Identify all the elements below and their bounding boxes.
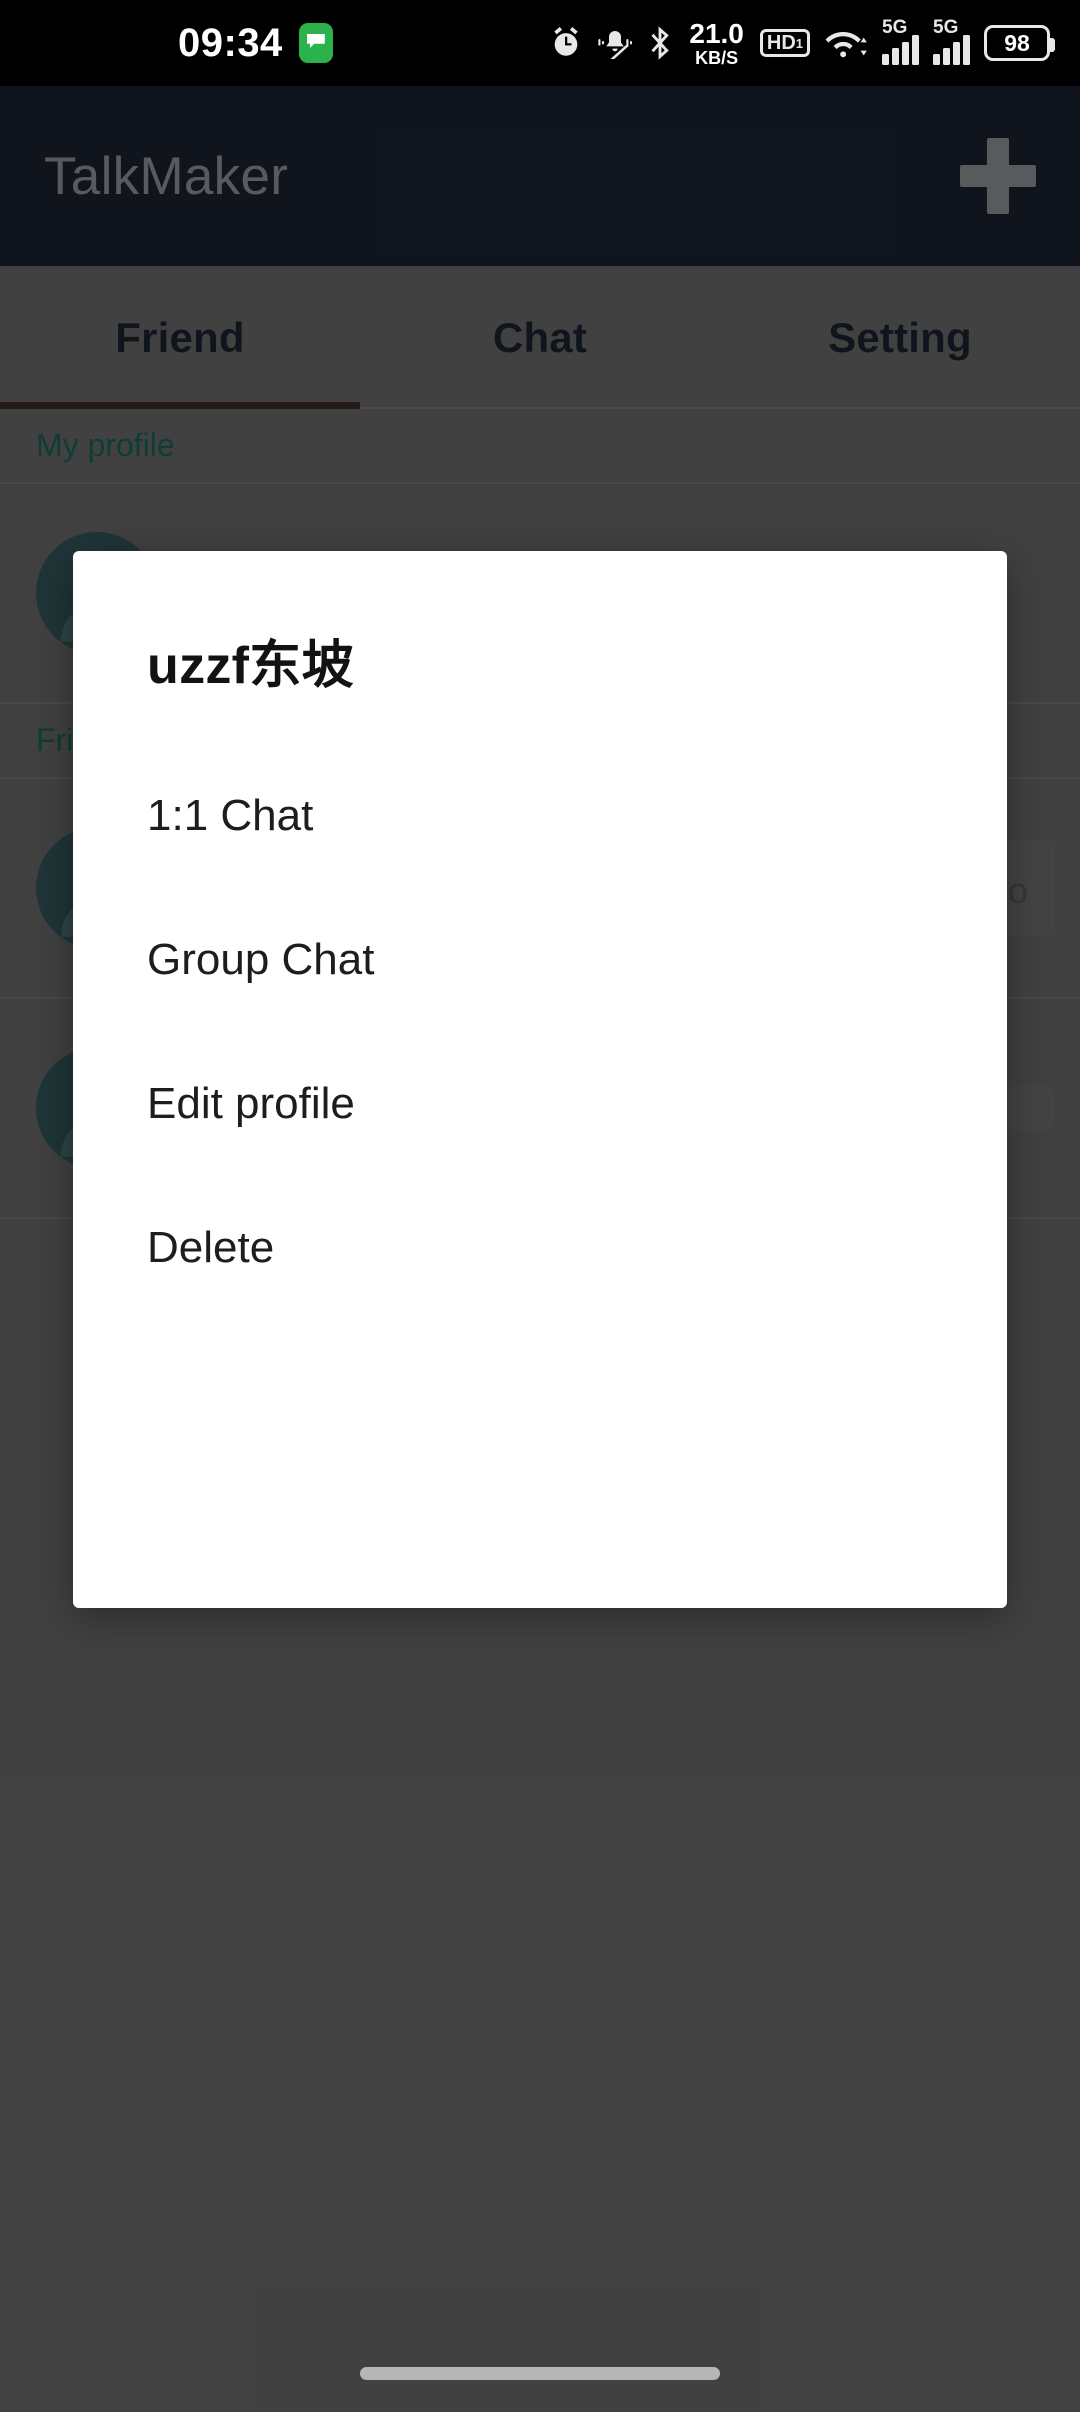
phone-screen: 09:34 21.0 KB/S HD 1 5G 5G 98 TalkMaker … — [0, 0, 1080, 2412]
signal-bar — [882, 54, 889, 65]
status-bar-right: 21.0 KB/S HD 1 5G 5G 98 — [549, 17, 1055, 68]
signal-icon: 5G — [882, 17, 919, 65]
dialog-title: uzzf东坡 — [147, 637, 354, 695]
signal-bar — [892, 48, 899, 65]
signal-bar — [902, 42, 909, 65]
signal-bar — [912, 35, 919, 65]
home-indicator[interactable] — [360, 2367, 720, 2380]
signal-bar — [933, 54, 940, 65]
battery-percent: 98 — [1004, 29, 1030, 56]
wifi-icon — [824, 26, 868, 60]
dialog-option-list: 1:1 Chat Group Chat Edit profile Delete — [147, 744, 933, 1320]
dialog-option-delete[interactable]: Delete — [147, 1176, 933, 1320]
hd-sup: 1 — [795, 35, 803, 51]
signal-icon: 5G — [933, 17, 970, 65]
hd-label: HD — [766, 32, 796, 54]
message-icon — [298, 23, 333, 63]
alarm-icon — [549, 26, 583, 60]
signal-bar — [953, 42, 960, 65]
network-speed-value: 21.0 — [689, 17, 744, 49]
sim1-network-label: 5G — [882, 17, 908, 38]
dialog-option-one-to-one-chat[interactable]: 1:1 Chat — [147, 744, 933, 888]
sim2-network-label: 5G — [933, 17, 959, 38]
signal-bar — [943, 48, 950, 65]
dialog-option-edit-profile[interactable]: Edit profile — [147, 1032, 933, 1176]
network-speed-unit: KB/S — [695, 47, 739, 68]
status-bar-clock: 09:34 — [178, 20, 283, 65]
mute-icon — [597, 27, 633, 59]
status-bar: 09:34 21.0 KB/S HD 1 5G 5G 98 — [0, 0, 1080, 86]
friend-options-dialog: uzzf东坡 1:1 Chat Group Chat Edit profile … — [73, 551, 1007, 1608]
bluetooth-icon — [647, 25, 673, 61]
dialog-option-group-chat[interactable]: Group Chat — [147, 888, 933, 1032]
network-speed-indicator: 21.0 KB/S — [689, 17, 744, 68]
hd-voice-icon: HD 1 — [759, 29, 810, 57]
battery-icon: 98 — [984, 25, 1055, 61]
signal-bar — [963, 35, 970, 65]
status-bar-left: 09:34 — [178, 21, 333, 66]
